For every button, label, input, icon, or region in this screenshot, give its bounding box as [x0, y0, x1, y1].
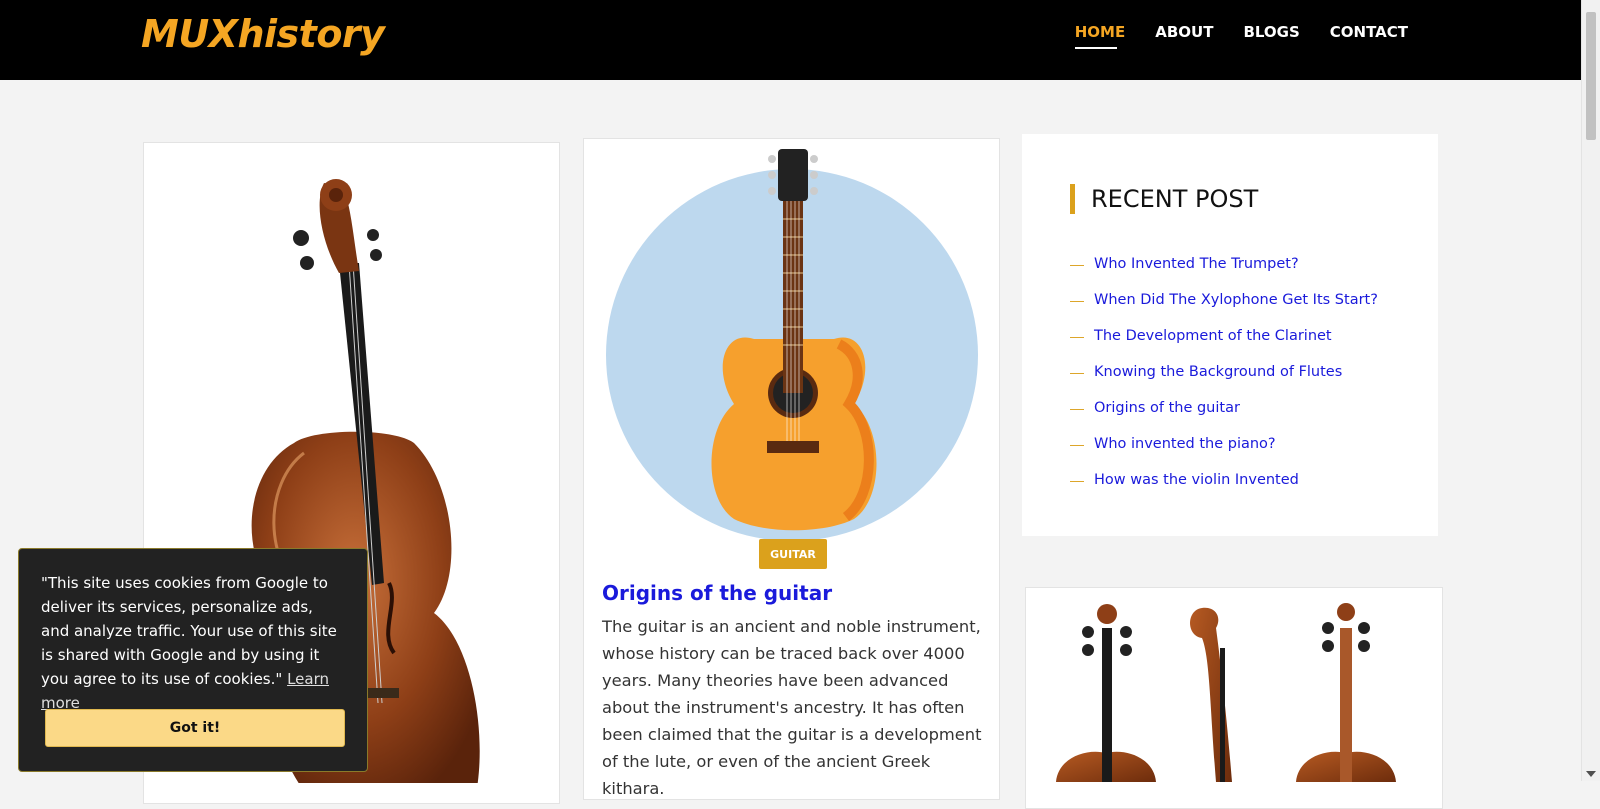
post-excerpt: The guitar is an ancient and noble instr…: [602, 617, 982, 798]
recent-post-link[interactable]: Knowing the Background of Flutes: [1094, 364, 1342, 380]
list-item: — Who invented the piano?: [1070, 426, 1378, 462]
dash-icon: —: [1070, 328, 1084, 344]
scroll-down-arrow-icon[interactable]: [1586, 771, 1596, 777]
recent-posts-heading: RECENT POST: [1070, 184, 1258, 214]
scrollbar-thumb[interactable]: [1586, 12, 1596, 140]
recent-post-link[interactable]: Origins of the guitar: [1094, 400, 1240, 416]
dash-icon: —: [1070, 400, 1084, 416]
dash-icon: —: [1070, 472, 1084, 488]
dash-icon: —: [1070, 256, 1084, 272]
cookie-consent-banner: "This site uses cookies from Google to d…: [18, 548, 368, 772]
recent-post-link[interactable]: Who invented the piano?: [1094, 436, 1276, 452]
recent-posts-widget: RECENT POST — Who Invented The Trumpet? —…: [1022, 134, 1438, 536]
nav-about[interactable]: ABOUT: [1155, 23, 1213, 49]
site-header: MUXhistory HOME ABOUT BLOGS CONTACT: [0, 0, 1582, 80]
nav-home[interactable]: HOME: [1074, 23, 1125, 49]
post-title[interactable]: Origins of the guitar: [602, 581, 832, 605]
recent-post-link[interactable]: How was the violin Invented: [1094, 472, 1299, 488]
post-card-violins[interactable]: [1025, 587, 1443, 809]
site-logo[interactable]: MUXhistory: [141, 12, 385, 56]
list-item: — How was the violin Invented: [1070, 462, 1378, 498]
category-badge[interactable]: GUITAR: [759, 539, 827, 569]
cookie-accept-button[interactable]: Got it!: [45, 709, 345, 747]
dash-icon: —: [1070, 364, 1084, 380]
recent-posts-list: — Who Invented The Trumpet? — When Did The…: [1070, 246, 1378, 498]
nav-contact[interactable]: CONTACT: [1330, 23, 1408, 49]
nav-blogs[interactable]: BLOGS: [1243, 23, 1299, 49]
recent-post-link[interactable]: When Did The Xylophone Get Its Start?: [1094, 292, 1378, 308]
list-item: — When Did The Xylophone Get Its Start?: [1070, 282, 1378, 318]
list-item: — The Development of the Clarinet: [1070, 318, 1378, 354]
recent-post-link[interactable]: Who Invented The Trumpet?: [1094, 256, 1299, 272]
list-item: — Origins of the guitar: [1070, 390, 1378, 426]
main-nav: HOME ABOUT BLOGS CONTACT: [1074, 23, 1408, 49]
cookie-message: "This site uses cookies from Google to d…: [41, 571, 345, 715]
recent-post-link[interactable]: The Development of the Clarinet: [1094, 328, 1332, 344]
dash-icon: —: [1070, 292, 1084, 308]
dash-icon: —: [1070, 436, 1084, 452]
page-scrollbar[interactable]: [1581, 0, 1600, 781]
guitar-image: [606, 149, 978, 539]
post-card-guitar[interactable]: GUITAR Origins of the guitar The guitar …: [583, 138, 1000, 800]
list-item: — Who Invented The Trumpet?: [1070, 246, 1378, 282]
violins-image: [1056, 603, 1396, 782]
list-item: — Knowing the Background of Flutes: [1070, 354, 1378, 390]
